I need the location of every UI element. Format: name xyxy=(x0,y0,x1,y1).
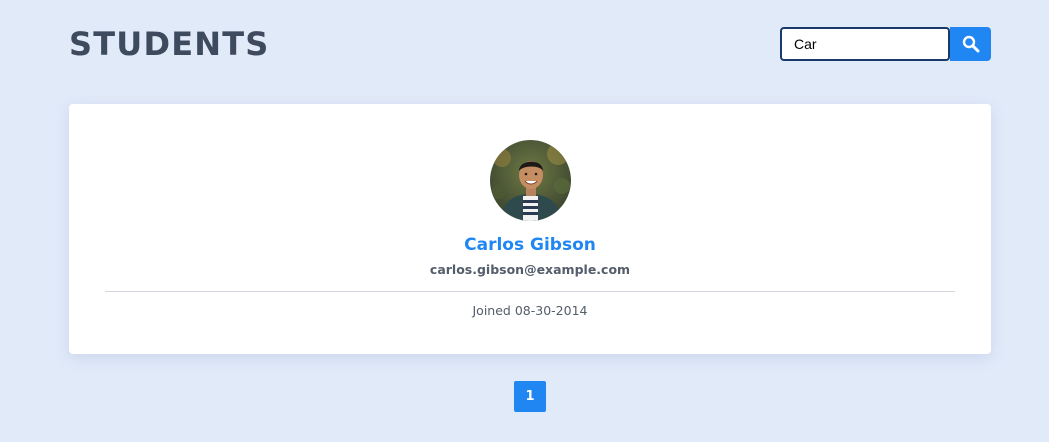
avatar xyxy=(490,140,571,221)
search-button[interactable] xyxy=(950,27,991,61)
page-button-1[interactable]: 1 xyxy=(514,381,546,412)
search-bar xyxy=(780,27,991,61)
search-icon xyxy=(962,35,979,53)
page-title: STUDENTS xyxy=(69,25,270,63)
search-input[interactable] xyxy=(780,27,950,61)
student-name[interactable]: Carlos Gibson xyxy=(69,235,991,255)
student-card: Carlos Gibson carlos.gibson@example.com … xyxy=(69,104,991,354)
student-email: carlos.gibson@example.com xyxy=(429,262,631,277)
divider xyxy=(105,291,955,292)
joined-date: Joined 08-30-2014 xyxy=(472,303,588,318)
